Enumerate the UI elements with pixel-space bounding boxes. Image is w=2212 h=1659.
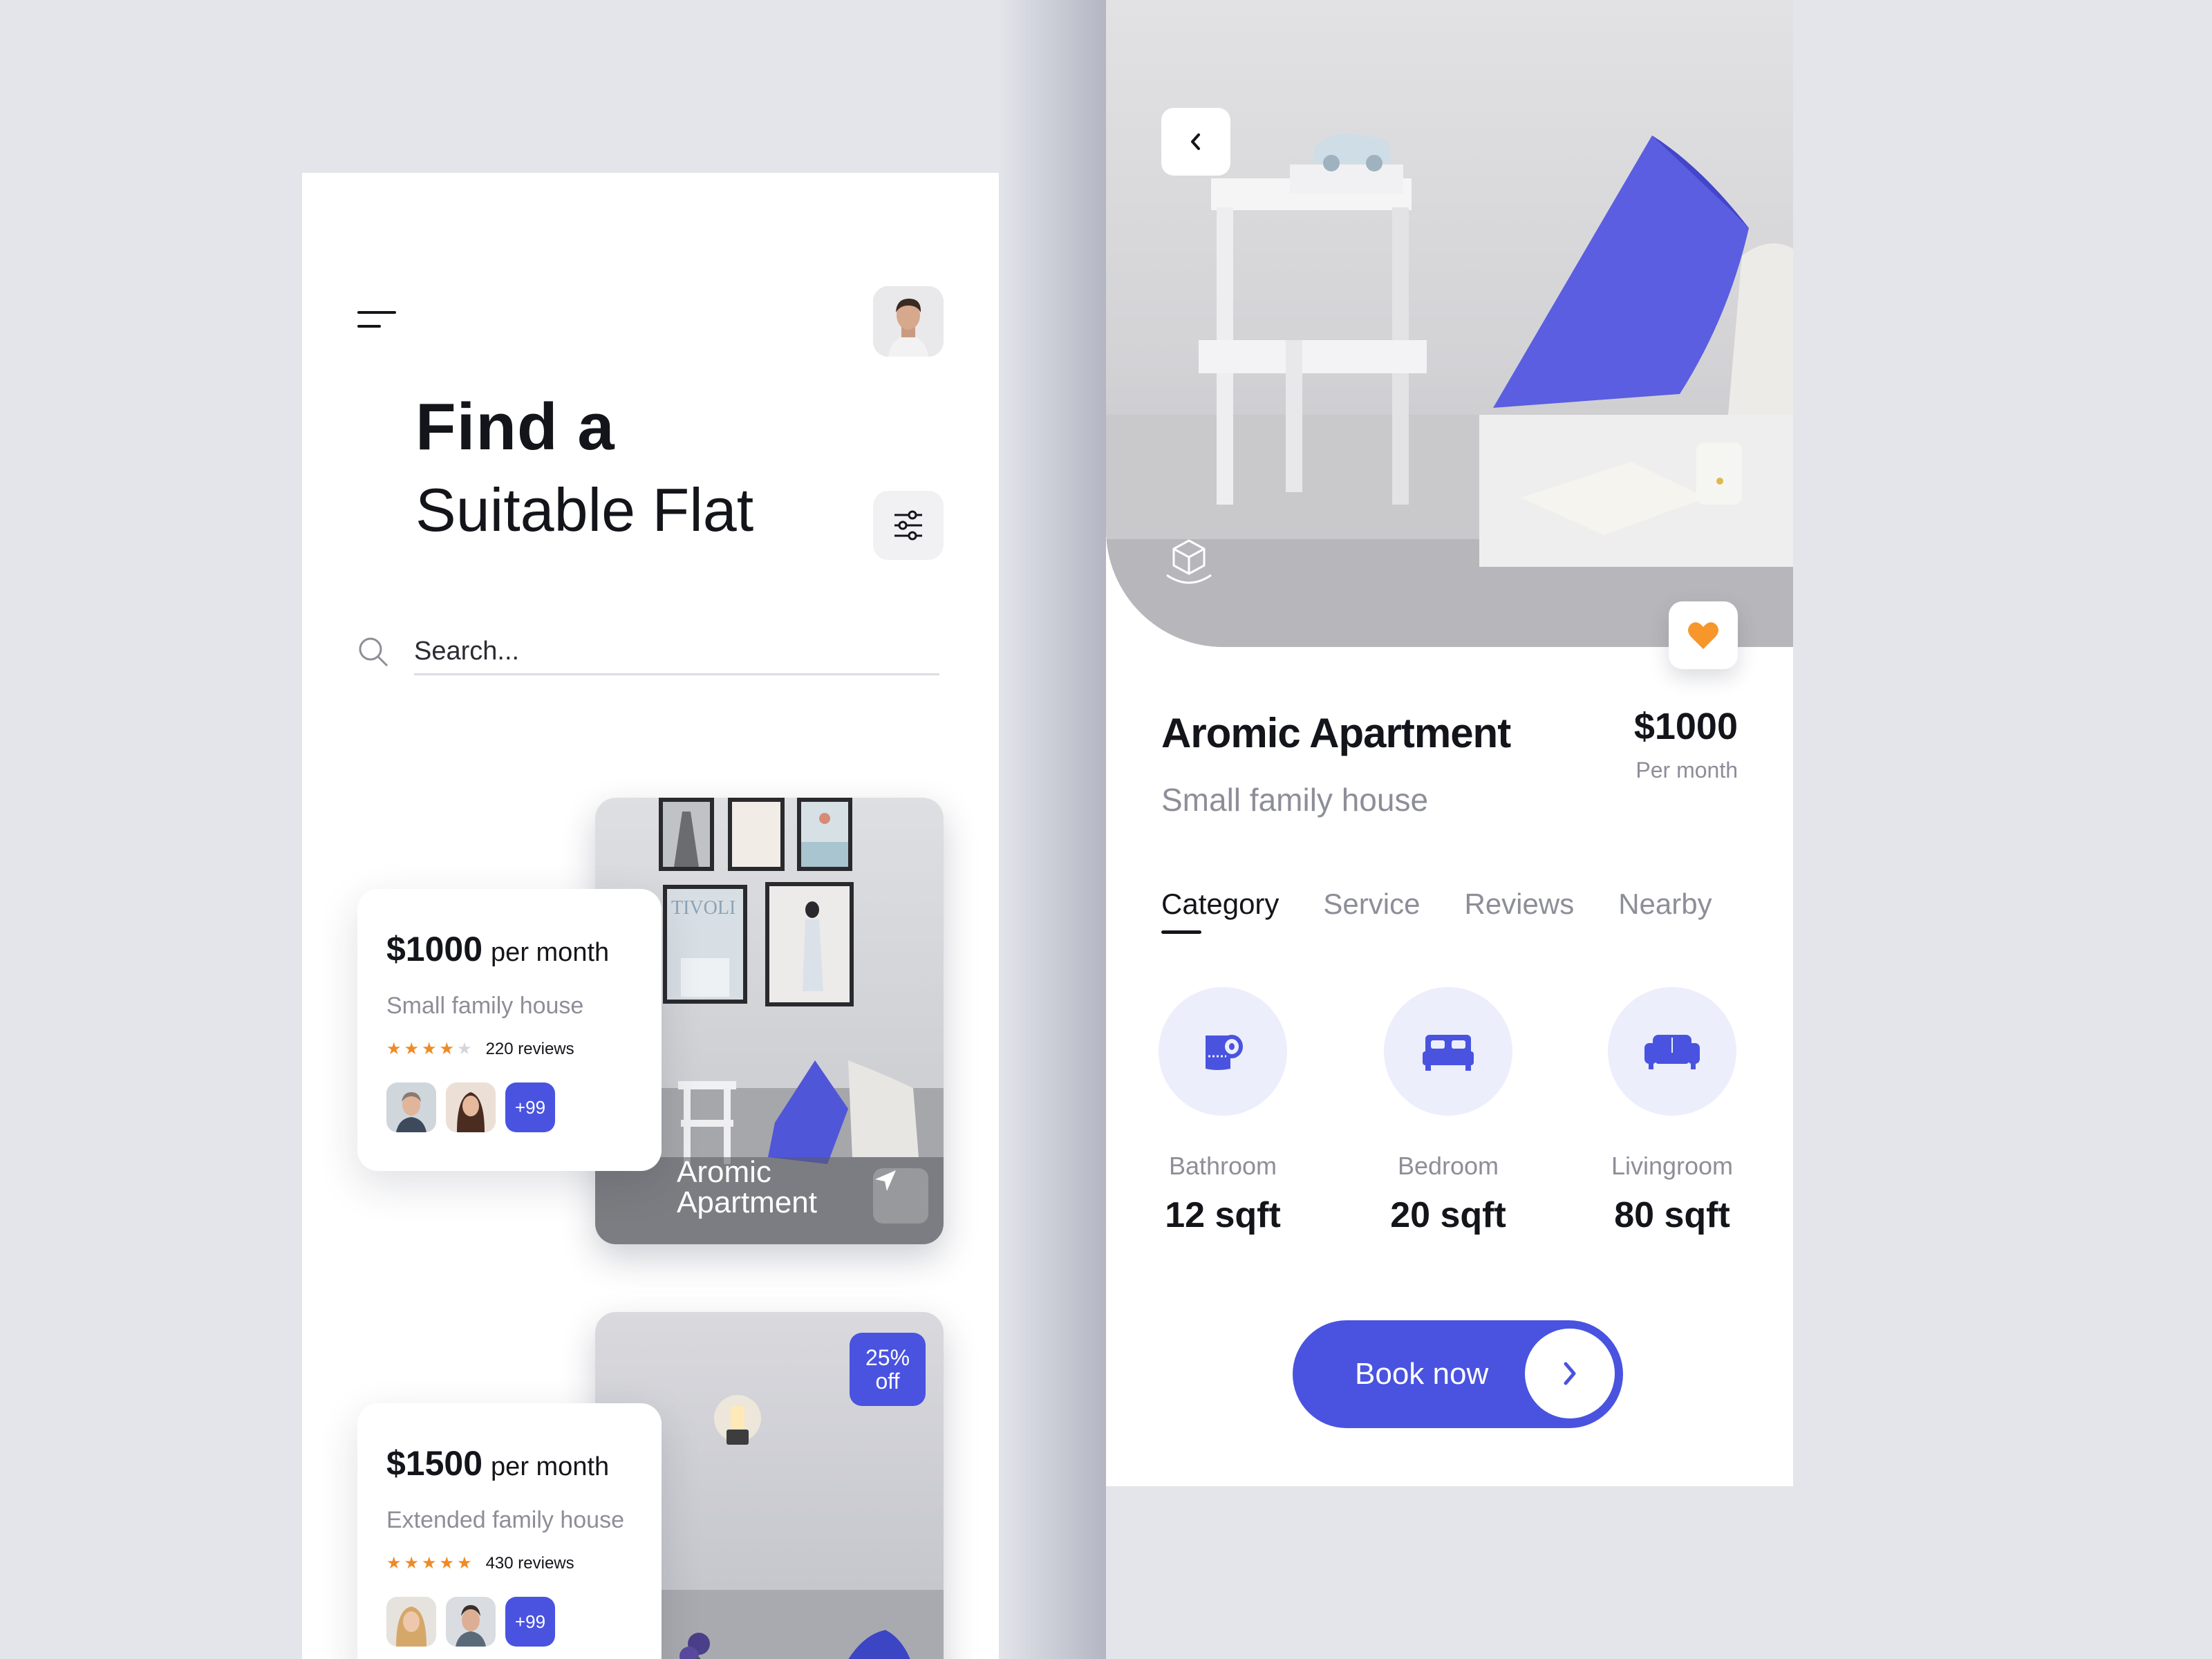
star-icon: ★	[422, 1554, 437, 1573]
people-row: +99	[386, 1597, 555, 1647]
price-period: per month	[491, 1452, 610, 1481]
apartment-title: Aromic Apartment	[1161, 710, 1511, 756]
star-icon: ★	[404, 1554, 420, 1573]
heading-light: Suitable Flat	[415, 476, 754, 544]
star-icon: ★	[457, 1554, 472, 1573]
menu-icon[interactable]	[357, 303, 406, 344]
listing-card[interactable]: $1000 per month Small family house ★ ★ ★ …	[357, 889, 662, 1171]
discount-text: 25% off	[865, 1345, 910, 1394]
3d-view-icon[interactable]	[1161, 536, 1217, 592]
listing-card[interactable]: $1500 per month Extended family house ★ ★…	[357, 1403, 662, 1659]
chevron-left-icon	[1191, 133, 1200, 150]
category-area: 80 sqft	[1614, 1195, 1730, 1235]
price-line: $1500 per month	[386, 1443, 609, 1483]
avatar	[386, 1597, 436, 1647]
navigation-arrow-icon	[875, 1170, 896, 1191]
category-icon-circle	[1608, 987, 1736, 1116]
rating: ★ ★ ★ ★ ★ 220 reviews	[386, 1040, 574, 1059]
star-icon: ★	[422, 1040, 437, 1058]
price-period: per month	[491, 938, 610, 967]
category-bathroom[interactable]: Bathroom 12 sqft	[1157, 987, 1288, 1236]
tab-service[interactable]: Service	[1323, 888, 1420, 921]
price-period: Per month	[1635, 758, 1738, 782]
category-area: 12 sqft	[1165, 1195, 1281, 1235]
detail-tabs: Category Service Reviews Nearby	[1161, 888, 1756, 934]
review-count: 220 reviews	[485, 1040, 574, 1058]
tab-label: Category	[1161, 888, 1280, 920]
heart-icon	[1688, 622, 1718, 649]
search-icon	[359, 637, 388, 667]
back-button[interactable]	[1161, 108, 1230, 176]
photo-title: Aromic Apartment	[677, 1155, 817, 1219]
book-now-label: Book now	[1355, 1357, 1489, 1391]
rating: ★ ★ ★ ★ ★ 430 reviews	[386, 1554, 574, 1573]
listing-subtitle: Extended family house	[386, 1507, 624, 1533]
filter-button[interactable]	[873, 491, 944, 560]
category-icon-circle	[1384, 987, 1512, 1116]
sliders-icon	[894, 510, 922, 541]
star-icon: ★	[439, 1040, 455, 1058]
listing-price: $1000	[386, 930, 483, 968]
more-people-badge[interactable]: +99	[505, 1597, 555, 1647]
star-icon: ★	[404, 1040, 420, 1058]
page-heading: Find a Suitable Flat	[415, 394, 753, 541]
tab-reviews[interactable]: Reviews	[1464, 888, 1574, 921]
avatar	[386, 1082, 436, 1132]
people-row: +99	[386, 1082, 555, 1132]
apartment-price: $1000	[1633, 706, 1738, 747]
sofa-icon	[1644, 1035, 1700, 1069]
category-label: Bedroom	[1397, 1152, 1499, 1180]
search-input[interactable]	[414, 629, 939, 675]
backdrop-shadow	[998, 0, 1106, 1659]
photo-poster-text: TIVOLI	[671, 897, 735, 919]
tab-category[interactable]: Category	[1161, 888, 1280, 934]
avatar	[446, 1082, 496, 1132]
tab-label: Nearby	[1618, 888, 1712, 920]
review-count: 430 reviews	[485, 1554, 574, 1573]
active-tab-indicator	[1161, 930, 1201, 934]
category-icon-circle	[1159, 987, 1287, 1116]
tab-label: Reviews	[1464, 888, 1575, 920]
listing-subtitle: Small family house	[386, 993, 584, 1019]
tab-label: Service	[1323, 888, 1421, 920]
category-label: Livingroom	[1611, 1152, 1734, 1180]
listing-screen: Find a Suitable Flat TIVOLI	[302, 173, 999, 1659]
star-icon: ★	[457, 1040, 472, 1058]
discount-badge: 25% off	[850, 1333, 926, 1406]
listing-price: $1500	[386, 1444, 483, 1483]
detail-screen: Aromic Apartment Small family house $100…	[1106, 0, 1793, 1486]
location-button[interactable]	[873, 1168, 928, 1224]
tab-nearby[interactable]: Nearby	[1618, 888, 1712, 921]
heading-bold: Find a	[415, 390, 615, 464]
star-icon: ★	[386, 1554, 402, 1573]
bed-icon	[1423, 1035, 1474, 1071]
category-livingroom[interactable]: Livingroom 80 sqft	[1606, 987, 1738, 1236]
star-icon: ★	[386, 1040, 402, 1058]
category-bedroom[interactable]: Bedroom 20 sqft	[1382, 987, 1514, 1236]
chevron-right-icon	[1564, 1362, 1576, 1385]
price-line: $1000 per month	[386, 929, 609, 969]
apartment-subtitle: Small family house	[1161, 782, 1429, 818]
favorite-button[interactable]	[1669, 601, 1738, 669]
category-label: Bathroom	[1168, 1152, 1277, 1180]
book-now-button[interactable]: Book now	[1293, 1320, 1623, 1428]
user-avatar[interactable]	[873, 286, 944, 357]
book-arrow-button	[1525, 1329, 1615, 1418]
more-people-badge[interactable]: +99	[505, 1082, 555, 1132]
avatar	[446, 1597, 496, 1647]
toilet-paper-icon	[1206, 1035, 1243, 1070]
star-icon: ★	[439, 1554, 455, 1573]
category-area: 20 sqft	[1390, 1195, 1506, 1235]
